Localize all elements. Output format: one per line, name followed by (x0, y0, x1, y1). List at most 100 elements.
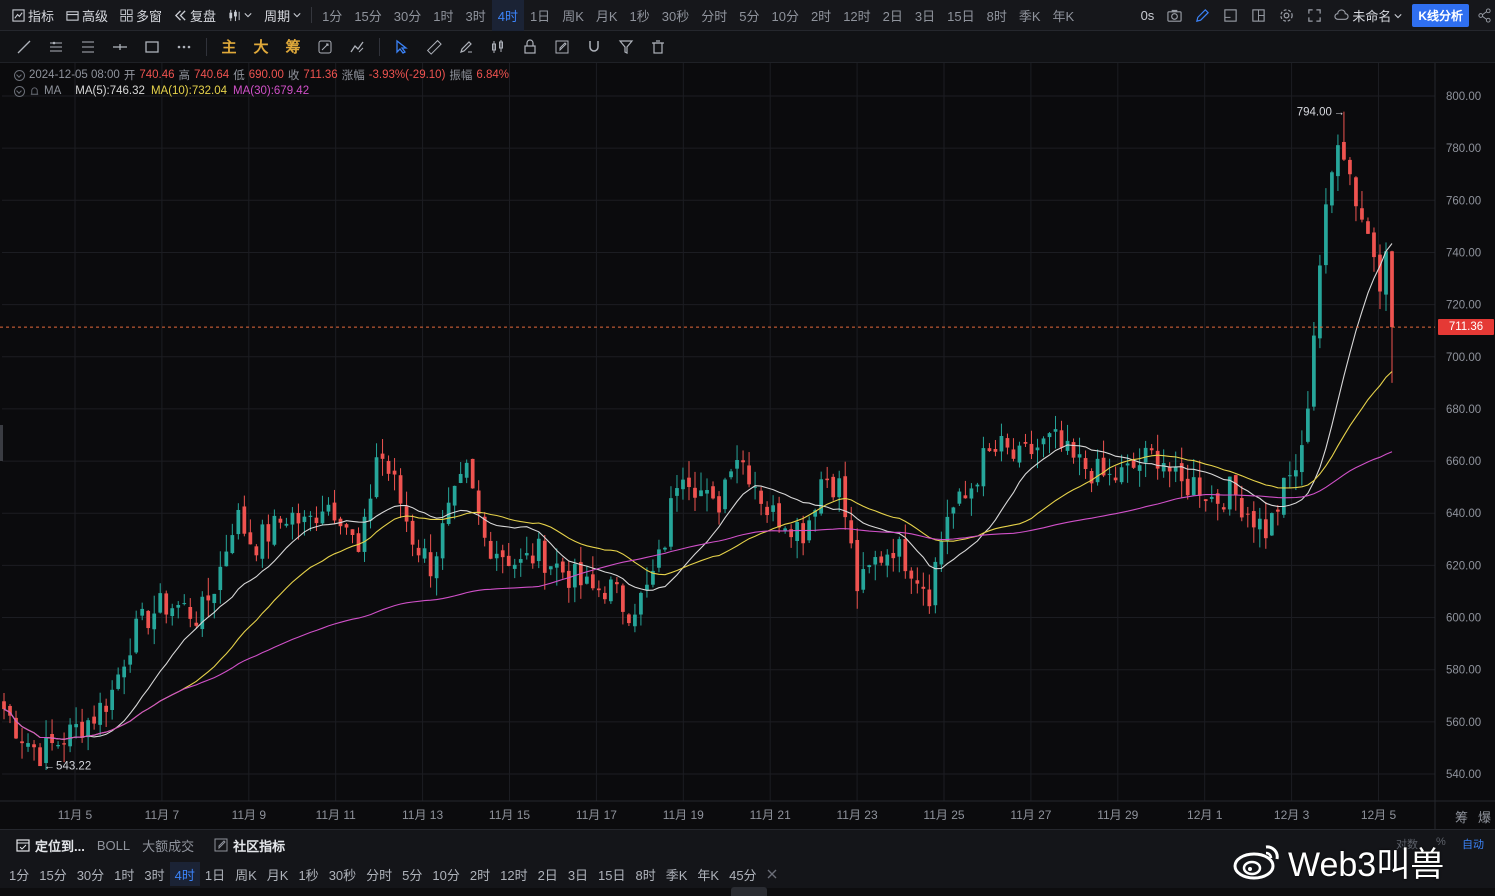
more-tools-button[interactable] (168, 31, 200, 63)
timeframe-tab-6[interactable]: 1日 (524, 0, 556, 31)
delete-tool[interactable] (642, 31, 674, 63)
chart-type-button[interactable] (222, 0, 258, 31)
replay-button[interactable]: 复盘 (168, 0, 222, 31)
rectangle-tool[interactable] (136, 31, 168, 63)
collapse-panel-handle[interactable] (731, 887, 767, 896)
bottom-timeframe-tab-19[interactable]: 8时 (631, 862, 661, 886)
bell-icon[interactable] (29, 86, 40, 97)
timeframe-tab-5[interactable]: 4时 (491, 0, 524, 31)
left-panel-handle[interactable] (0, 425, 3, 461)
bottom-timeframe-tab-20[interactable]: 季K (661, 862, 693, 886)
select-tool[interactable] (386, 31, 418, 63)
community-indicator-button[interactable]: 社区指标 (214, 836, 285, 855)
collapse-icon[interactable] (14, 69, 25, 81)
ruler-tool[interactable] (418, 31, 450, 63)
timeframe-tab-10[interactable]: 30秒 (656, 0, 695, 31)
kline-chart[interactable]: 800.00 780.00 760.00 740.00 720.00 700.00 680.… (0, 63, 1495, 829)
bottom-timeframe-tab-17[interactable]: 3日 (563, 862, 593, 886)
settings-button[interactable] (1272, 0, 1300, 31)
parallel-line-tool[interactable] (40, 31, 72, 63)
candle-draw-tool[interactable] (482, 31, 514, 63)
timeframe-tab-2[interactable]: 30分 (388, 0, 427, 31)
bottom-timeframe-tab-6[interactable]: 1日 (200, 862, 230, 886)
candle-body (717, 496, 721, 513)
auto-draw-tool[interactable] (309, 31, 341, 63)
timeframe-tab-14[interactable]: 2时 (805, 0, 837, 31)
timeframe-tab-15[interactable]: 12时 (837, 0, 876, 31)
timeframe-tab-12[interactable]: 5分 (733, 0, 765, 31)
window-button[interactable] (1216, 0, 1244, 31)
bottom-timeframe-tab-4[interactable]: 3时 (139, 862, 169, 886)
bottom-timeframe-tab-1[interactable]: 15分 (34, 862, 71, 886)
bottom-timeframe-tab-22[interactable]: 45分 (724, 862, 761, 886)
main-force-tool[interactable]: 主 (213, 31, 245, 63)
candle-body (801, 523, 806, 544)
bottom-timeframe-tab-9[interactable]: 1秒 (293, 862, 323, 886)
big-volume-indicator[interactable]: 大额成交 (142, 836, 194, 855)
pattern-tool[interactable] (341, 31, 373, 63)
bottom-timeframe-tab-21[interactable]: 年K (692, 862, 724, 886)
indicator-button[interactable]: 指标 (6, 0, 60, 31)
edit-tool[interactable] (546, 31, 578, 63)
brush-tool[interactable] (450, 31, 482, 63)
timeframe-tab-3[interactable]: 1时 (427, 0, 459, 31)
horizontal-lines-tool[interactable] (72, 31, 104, 63)
auto-scale-toggle[interactable]: 自动 (1462, 836, 1484, 852)
collapse-icon[interactable] (14, 85, 25, 97)
bottom-timeframe-tab-13[interactable]: 10分 (427, 862, 464, 886)
bottom-timeframe-tab-18[interactable]: 15日 (593, 862, 630, 886)
magnet-tool[interactable] (578, 31, 610, 63)
filter-tool[interactable] (610, 31, 642, 63)
chips-tool[interactable]: 筹 (277, 31, 309, 63)
timeframe-tab-19[interactable]: 8时 (981, 0, 1013, 31)
timeframe-tab-20[interactable]: 季K (1013, 0, 1047, 31)
bottom-timeframe-tab-3[interactable]: 1时 (109, 862, 139, 886)
lock-tool[interactable] (514, 31, 546, 63)
cloud-layout-dropdown[interactable]: 未命名 (1328, 0, 1408, 31)
close-timeframes-button[interactable] (762, 862, 782, 886)
timeframe-tab-1[interactable]: 15分 (348, 0, 387, 31)
screenshot-button[interactable] (1160, 0, 1188, 31)
horizontal-ray-tool[interactable] (104, 31, 136, 63)
bottom-timeframe-tab-7[interactable]: 周K (230, 862, 262, 886)
timeframe-tab-13[interactable]: 10分 (765, 0, 804, 31)
locate-button[interactable]: 定位到... (16, 836, 85, 855)
draw-mode-button[interactable] (1188, 0, 1216, 31)
delay-indicator: 0s (1140, 8, 1155, 23)
bottom-timeframe-tab-12[interactable]: 5分 (397, 862, 427, 886)
big-order-tool[interactable]: 大 (245, 31, 277, 63)
bottom-timeframe-tab-10[interactable]: 30秒 (324, 862, 361, 886)
bottom-timeframe-tab-5[interactable]: 4时 (169, 862, 200, 886)
timeframe-tab-8[interactable]: 月K (590, 0, 624, 31)
bottom-timeframe-tab-0[interactable]: 1分 (4, 862, 34, 886)
timeframe-tab-17[interactable]: 3日 (909, 0, 941, 31)
trend-line-tool[interactable] (8, 31, 40, 63)
share-button[interactable] (1473, 0, 1495, 31)
timeframe-tab-4[interactable]: 3时 (459, 0, 491, 31)
bottom-timeframe-tab-11[interactable]: 分时 (361, 862, 397, 886)
chips-corner-label[interactable]: 筹 (1455, 807, 1468, 826)
timeframe-tab-18[interactable]: 15日 (941, 0, 980, 31)
bottom-timeframe-tab-16[interactable]: 2日 (533, 862, 563, 886)
multi-window-button[interactable]: 多窗 (114, 0, 168, 31)
kline-analysis-button[interactable]: K线分析 (1412, 4, 1469, 27)
advanced-button[interactable]: 高级 (60, 0, 114, 31)
bottom-timeframe-tab-8[interactable]: 月K (262, 862, 294, 886)
layout-button[interactable] (1244, 0, 1272, 31)
bottom-timeframe-tab-2[interactable]: 30分 (72, 862, 109, 886)
rewind-icon (174, 9, 186, 21)
timeframe-tab-16[interactable]: 2日 (877, 0, 909, 31)
candlestick-chart-svg[interactable]: 800.00 780.00 760.00 740.00 720.00 700.00 680.… (0, 63, 1495, 829)
timeframe-tab-11[interactable]: 分时 (695, 0, 733, 31)
fullscreen-button[interactable] (1300, 0, 1328, 31)
watermark-text: Web3叫兽 (1288, 845, 1445, 884)
period-dropdown[interactable]: 周期 (258, 0, 307, 31)
bottom-timeframe-tab-15[interactable]: 12时 (495, 862, 532, 886)
timeframe-tab-9[interactable]: 1秒 (624, 0, 656, 31)
timeframe-tab-21[interactable]: 年K (1047, 0, 1081, 31)
timeframe-tab-0[interactable]: 1分 (316, 0, 348, 31)
timeframe-tab-7[interactable]: 周K (556, 0, 590, 31)
bottom-timeframe-tab-14[interactable]: 2时 (465, 862, 495, 886)
liquidation-corner-label[interactable]: 爆 (1478, 807, 1491, 826)
boll-indicator[interactable]: BOLL (97, 838, 130, 853)
